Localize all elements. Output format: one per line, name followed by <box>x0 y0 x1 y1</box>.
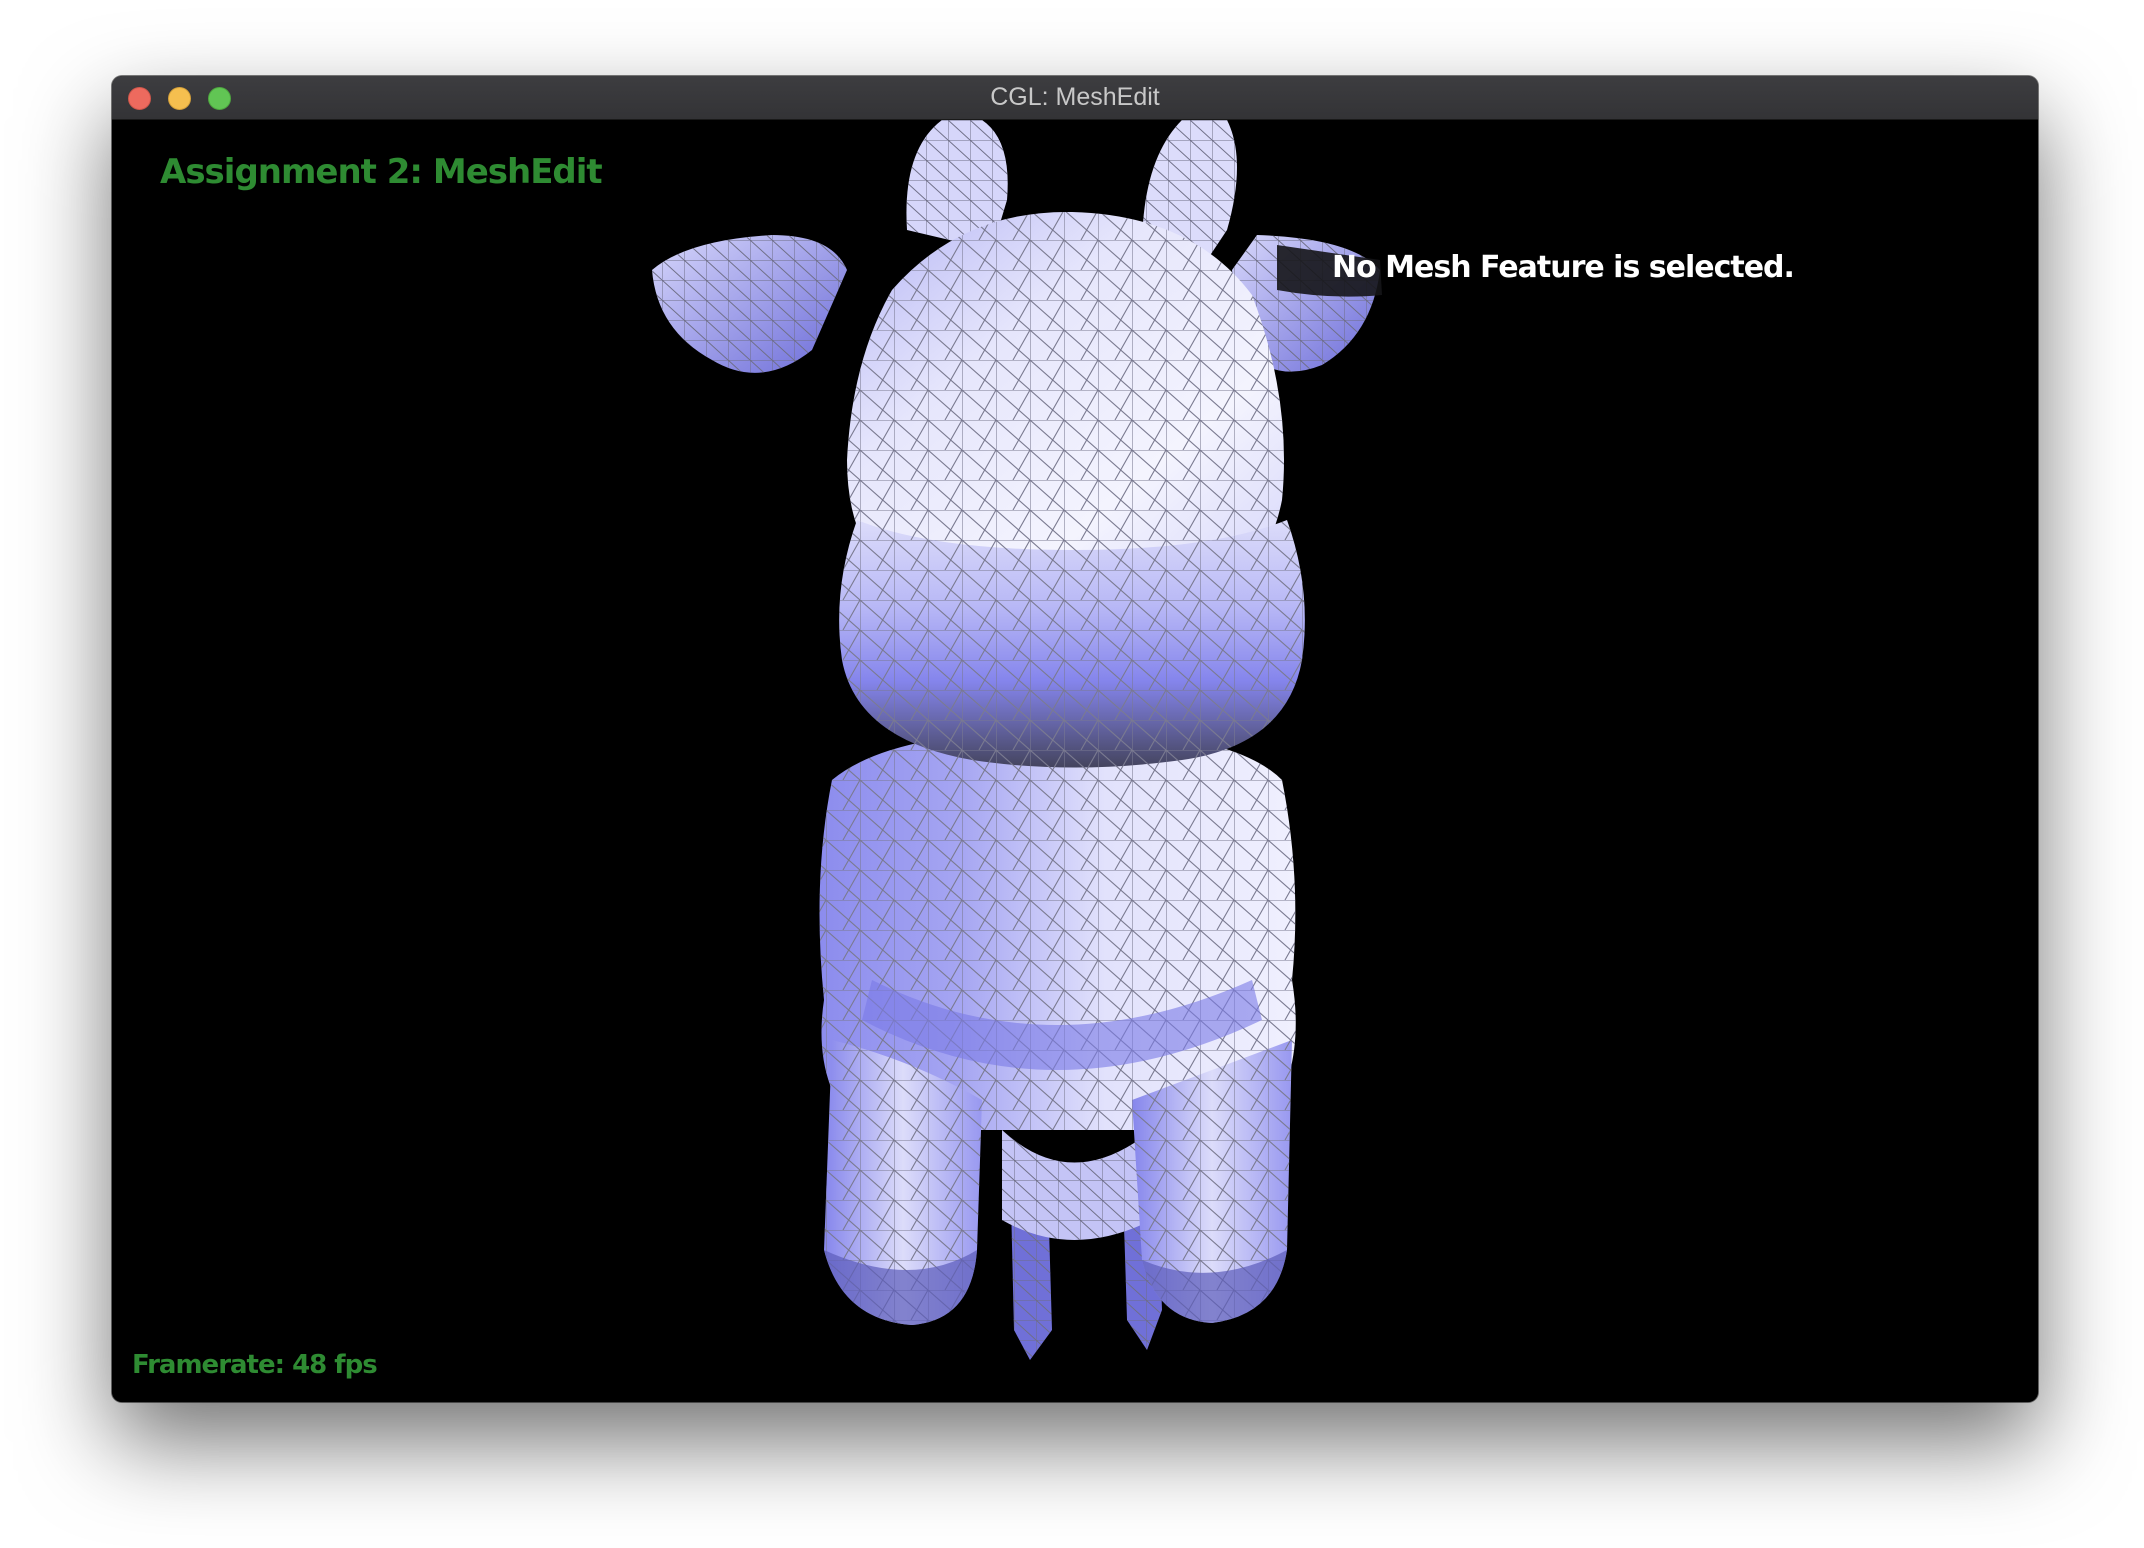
app-window: CGL: MeshEdit Assignment 2: MeshEdit No … <box>112 76 2038 1402</box>
ear-left <box>652 235 847 373</box>
mesh-belly <box>1002 1130 1152 1240</box>
title-bar[interactable]: CGL: MeshEdit <box>112 76 2038 120</box>
framerate-readout: Framerate: 48 fps <box>132 1350 378 1380</box>
assignment-title: Assignment 2: MeshEdit <box>160 152 603 192</box>
selection-status-text: No Mesh Feature is selected. <box>1332 250 1795 285</box>
mesh-muzzle <box>839 520 1305 768</box>
mesh-viewport[interactable]: Assignment 2: MeshEdit No Mesh Feature i… <box>112 120 2038 1402</box>
cow-mesh-render[interactable] <box>112 120 2038 1402</box>
window-title: CGL: MeshEdit <box>990 83 1160 111</box>
mesh-head <box>847 211 1284 580</box>
